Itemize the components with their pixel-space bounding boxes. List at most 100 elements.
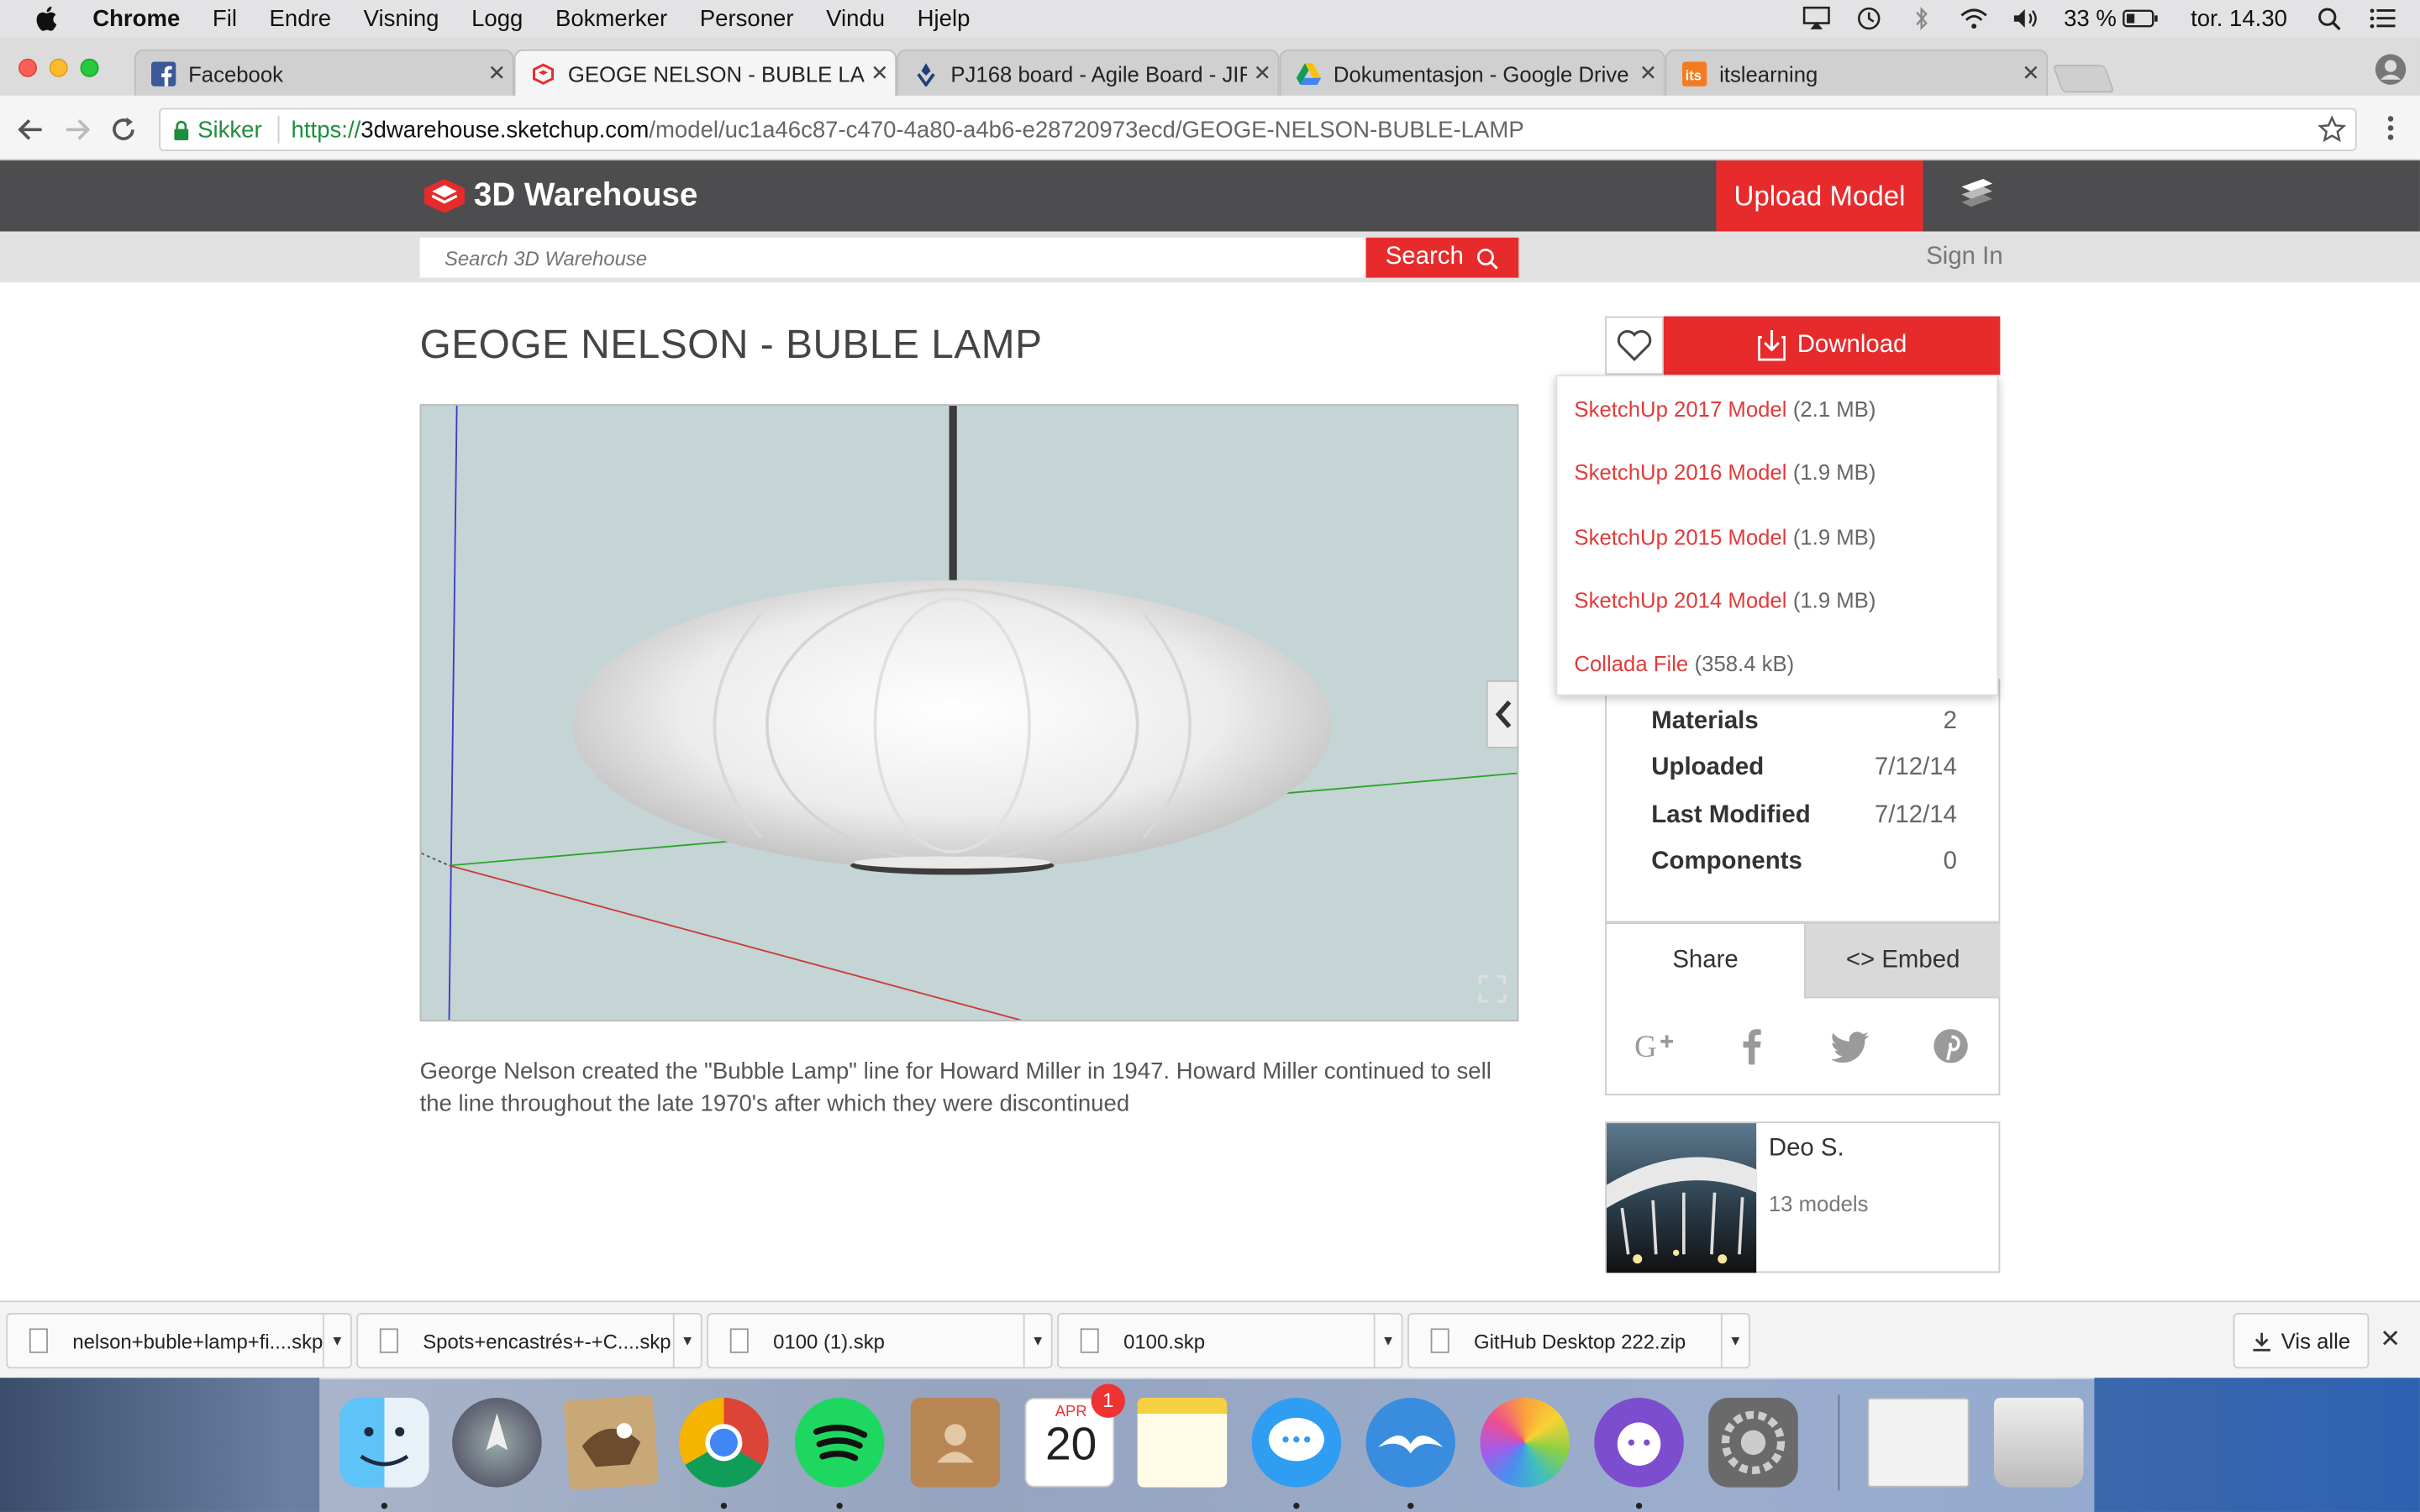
volume-icon[interactable]: [2012, 6, 2043, 30]
back-arrow-icon[interactable]: [15, 114, 46, 145]
fullscreen-icon[interactable]: [1477, 974, 1508, 1005]
system-preferences-icon[interactable]: [1708, 1398, 1798, 1488]
running-indicator: [381, 1502, 388, 1509]
notes-icon[interactable]: [1137, 1398, 1228, 1488]
viewer-panel-toggle[interactable]: [1486, 680, 1518, 748]
window-close-button[interactable]: [18, 58, 38, 77]
desktop-background: APR 20 1: [0, 1378, 2420, 1512]
show-all-downloads-button[interactable]: Vis alle: [2233, 1313, 2370, 1369]
search-button[interactable]: Search: [1365, 237, 1519, 278]
download-icon: [2253, 1331, 2271, 1351]
site-logo[interactable]: 3D Warehouse: [421, 176, 697, 216]
profile-icon[interactable]: [2374, 52, 2407, 86]
menu-endre[interactable]: Endre: [270, 5, 332, 31]
facebook-icon[interactable]: [1733, 1026, 1774, 1066]
bookmark-star-icon[interactable]: [2317, 115, 2346, 144]
reload-icon[interactable]: [108, 114, 139, 145]
apple-icon[interactable]: [34, 5, 61, 33]
tab-close-icon[interactable]: ✕: [1633, 60, 1664, 87]
downloaded-file[interactable]: 0100 (1).skp ▼: [707, 1313, 1053, 1369]
download-button[interactable]: Download: [1663, 316, 2001, 375]
download-option[interactable]: SketchUp 2017 Model (2.1 MB): [1574, 396, 1876, 421]
tab-close-icon[interactable]: ✕: [865, 60, 896, 87]
search-input[interactable]: [419, 237, 1366, 278]
sign-in-link[interactable]: Sign In: [1926, 244, 2002, 271]
pinterest-icon[interactable]: [1931, 1026, 1971, 1066]
upload-model-button[interactable]: Upload Model: [1716, 160, 1923, 232]
close-icon[interactable]: ✕: [2380, 1324, 2401, 1355]
tab-jira[interactable]: PJ168 board - Agile Board - JIRA ✕: [897, 49, 1280, 96]
messages-icon[interactable]: [1251, 1398, 1342, 1488]
model-3d-viewer[interactable]: [419, 404, 1519, 1021]
tab-close-icon[interactable]: ✕: [1247, 60, 1278, 87]
like-button[interactable]: [1605, 316, 1664, 375]
app-switcher-icon[interactable]: [1955, 175, 1998, 218]
downloaded-file[interactable]: GitHub Desktop 222.zip ▼: [1407, 1313, 1750, 1369]
photos-icon[interactable]: [1480, 1398, 1570, 1488]
author-card[interactable]: Deo S. 13 models: [1605, 1121, 2001, 1273]
github-desktop-icon[interactable]: [1594, 1398, 1684, 1488]
chrome-icon[interactable]: [679, 1398, 769, 1488]
tab-share[interactable]: Share: [1607, 924, 1805, 999]
menubar-clock[interactable]: tor. 14.30: [2191, 5, 2287, 31]
spotlight-search-icon[interactable]: [2315, 6, 2346, 31]
twitter-icon[interactable]: [1832, 1026, 1872, 1066]
menu-vindu[interactable]: Vindu: [826, 5, 885, 31]
tab-facebook[interactable]: Facebook ✕: [134, 49, 514, 96]
author-name[interactable]: Deo S.: [1769, 1136, 1844, 1163]
tab-itslearning[interactable]: its itslearning ✕: [1665, 49, 2049, 96]
tab-close-icon[interactable]: ✕: [2016, 60, 2047, 87]
downloaded-file[interactable]: 0100.skp ▼: [1057, 1313, 1403, 1369]
new-tab-button[interactable]: [2052, 65, 2115, 93]
forward-arrow-icon[interactable]: [61, 114, 92, 145]
document-preview-icon[interactable]: [1867, 1398, 1970, 1488]
calendar-icon[interactable]: APR 20 1: [1024, 1383, 1125, 1488]
openoffice-icon[interactable]: [1365, 1398, 1456, 1488]
menu-app-name[interactable]: Chrome: [92, 5, 180, 31]
download-option[interactable]: SketchUp 2014 Model (1.9 MB): [1574, 588, 1876, 612]
tab-embed[interactable]: <> Embed: [1804, 924, 2001, 999]
bluetooth-icon[interactable]: [1907, 6, 1938, 30]
mail-icon[interactable]: [563, 1394, 660, 1491]
chevron-down-icon[interactable]: ▼: [1023, 1314, 1051, 1368]
chevron-down-icon[interactable]: ▼: [1720, 1314, 1749, 1368]
finder-icon[interactable]: [339, 1398, 429, 1488]
menu-logg[interactable]: Logg: [471, 5, 523, 31]
warehouse-logo-icon: [424, 179, 465, 213]
address-bar[interactable]: Sikker https:// 3dwarehouse.sketchup.com…: [159, 108, 2357, 151]
tab-google-drive[interactable]: Dokumentasjon - Google Drive ✕: [1279, 49, 1665, 96]
chevron-down-icon[interactable]: ▼: [322, 1314, 350, 1368]
downloaded-file[interactable]: Spots+encastrés+-+C....skp ▼: [356, 1313, 702, 1369]
stat-value: 7/12/14: [1874, 802, 1957, 829]
airplay-icon[interactable]: [1802, 6, 1833, 30]
window-zoom-button[interactable]: [80, 58, 99, 77]
author-thumbnail[interactable]: [1607, 1123, 1757, 1273]
launchpad-icon[interactable]: [452, 1398, 542, 1488]
spotify-icon[interactable]: [794, 1398, 885, 1488]
contacts-icon[interactable]: [910, 1398, 1001, 1488]
time-machine-icon[interactable]: [1854, 6, 1885, 30]
chevron-down-icon[interactable]: ▼: [672, 1314, 701, 1368]
download-option-size: (1.9 MB): [1792, 524, 1876, 549]
model-stats: Materials 2 Uploaded 7/12/14 Last Modified…: [1605, 679, 2001, 923]
notification-center-icon[interactable]: [2367, 6, 2398, 30]
menu-fil[interactable]: Fil: [213, 5, 237, 31]
downloaded-file[interactable]: nelson+buble+lamp+fi....skp ▼: [6, 1313, 352, 1369]
window-minimize-button[interactable]: [49, 58, 68, 77]
tab-close-icon[interactable]: ✕: [481, 60, 513, 87]
menu-personer[interactable]: Personer: [700, 5, 794, 31]
menu-hjelp[interactable]: Hjelp: [918, 5, 971, 31]
download-option[interactable]: Collada File (358.4 kB): [1574, 651, 1794, 675]
wifi-icon[interactable]: [1959, 6, 1990, 30]
menu-visning[interactable]: Visning: [364, 5, 439, 31]
menu-bokmerker[interactable]: Bokmerker: [555, 5, 667, 31]
chevron-down-icon[interactable]: ▼: [1373, 1314, 1402, 1368]
battery-icon[interactable]: [2123, 6, 2160, 30]
chrome-menu-icon[interactable]: [2386, 114, 2396, 142]
download-option[interactable]: SketchUp 2016 Model (1.9 MB): [1574, 459, 1876, 484]
download-option[interactable]: SketchUp 2015 Model (1.9 MB): [1574, 524, 1876, 549]
file-icon: [1430, 1328, 1449, 1353]
tab-bubble-lamp[interactable]: GEOGE NELSON - BUBLE LAMP ✕: [513, 49, 897, 96]
google-plus-icon[interactable]: G: [1634, 1026, 1675, 1066]
trash-icon[interactable]: [1994, 1398, 2084, 1488]
